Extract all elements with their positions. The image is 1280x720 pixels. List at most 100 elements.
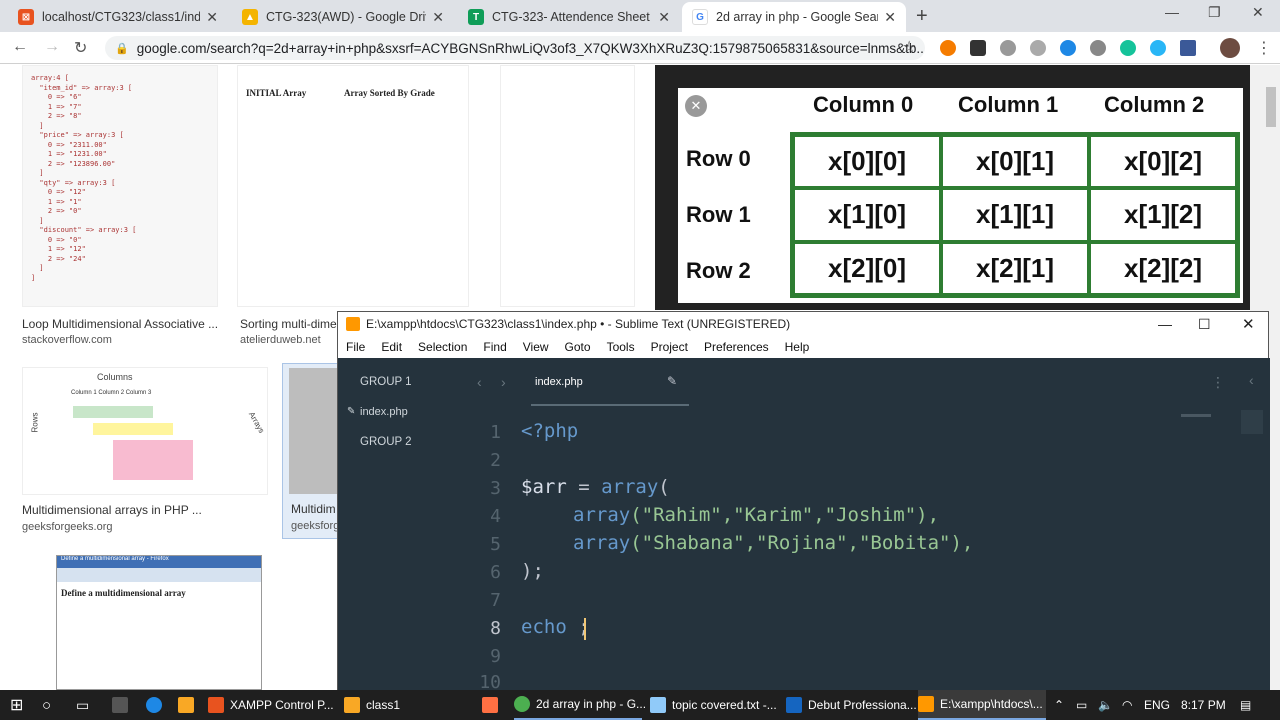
app-icon[interactable] [112,690,134,720]
task-view-icon[interactable]: ▭ [76,690,89,720]
wifi-icon[interactable]: ◠ [1122,690,1132,720]
menu-selection[interactable]: Selection [418,340,475,354]
menu-edit[interactable]: Edit [381,340,410,354]
close-window-icon[interactable]: ✕ [1242,315,1255,333]
line-number: 8 [490,618,501,639]
close-tab-icon[interactable]: ✕ [884,9,896,26]
edge-icon[interactable] [146,690,168,720]
result-thumbnail[interactable]: INITIAL Array Array Sorted By Grade [237,65,469,307]
close-window-icon[interactable]: ✕ [1252,4,1264,21]
grid-cell: x[1][2] [1089,188,1237,242]
explorer-icon[interactable] [178,690,200,720]
line-number: 1 [490,422,501,443]
tab-index-php[interactable]: index.php ✎ [531,366,689,406]
camera-extension-icon[interactable] [1000,40,1016,56]
result-title[interactable]: Loop Multidimensional Associative ... [22,317,218,331]
tab-prev-icon[interactable]: ‹ [477,374,482,390]
result-site[interactable]: atelierduweb.net [240,334,321,346]
result-thumbnail[interactable]: array:4 [ "item_id" => array:3 [ 0 => "6… [22,65,218,307]
bookmark-star-icon[interactable]: ☆ [902,37,916,57]
avatar[interactable] [1220,38,1240,58]
minimize-icon[interactable]: — [1158,316,1172,332]
extension-icon[interactable] [970,40,986,56]
editor-scrollbar[interactable] [1241,410,1263,434]
code-line: array("Rahim","Karim","Joshim"), [573,504,940,526]
search-icon[interactable]: ○ [42,690,51,720]
result-site[interactable]: stackoverflow.com [22,334,112,346]
grid-cell: x[2][0] [793,241,941,295]
extension-icon[interactable] [1030,40,1046,56]
sublime-taskbar-icon[interactable] [482,690,504,720]
result-site[interactable]: geeksforgeeks.org [22,521,113,533]
taskbar-class1[interactable]: class1 [344,690,472,720]
taskbar-xampp[interactable]: XAMPP Control P... [208,690,336,720]
tab-next-icon[interactable]: › [501,374,506,390]
tab-google-drive[interactable]: ▲ CTG-323(AWD) - Google Drive ✕ [232,2,454,32]
notification-icon[interactable]: ▤ [1240,690,1251,720]
code-editor[interactable]: 1 2 3 4 5 6 7 8 9 10 <?php $arr = array(… [461,410,1270,693]
facebook-icon[interactable] [1180,40,1196,56]
extension-icon[interactable] [1150,40,1166,56]
taskbar-notepad[interactable]: topic covered.txt -... [650,690,778,720]
clock[interactable]: 8:17 PM [1181,690,1226,720]
minimap[interactable] [1181,410,1241,424]
close-tab-icon[interactable]: ✕ [206,9,218,26]
taskbar-chrome[interactable]: 2d array in php - G... [514,690,646,720]
tab-google-search[interactable]: G 2d array in php - Google Search ✕ [682,2,906,32]
group-2-label[interactable]: GROUP 2 [360,436,412,448]
maximize-icon[interactable]: ☐ [1198,316,1211,333]
sidebar-file-index[interactable]: index.php [360,406,408,418]
new-tab-icon[interactable]: + [916,5,928,28]
result-site[interactable]: geeksforg [291,520,339,532]
menu-project[interactable]: Project [651,340,696,354]
edit-icon: ✎ [667,374,678,388]
volume-icon[interactable]: 🔈 [1098,690,1113,720]
close-tab-icon[interactable]: ✕ [432,9,444,26]
more-icon[interactable]: ⋮ [1211,374,1225,391]
tab-attendance-sheet[interactable]: T CTG-323- Attendence Sheet - Go ✕ [458,2,680,32]
close-preview-icon[interactable]: ✕ [685,95,707,117]
address-bar[interactable]: 🔒 google.com/search?q=2d+array+in+php&sx… [105,36,925,60]
menu-preferences[interactable]: Preferences [704,340,777,354]
selected-result-card[interactable]: Multidim geeksforg [282,363,342,539]
menu-bar: File Edit Selection Find View Goto Tools… [338,336,1268,358]
back-icon[interactable]: ← [12,38,28,56]
menu-tools[interactable]: Tools [607,340,643,354]
extension-icon[interactable] [1060,40,1076,56]
tab-localhost[interactable]: ⊠ localhost/CTG323/class1/index.p ✕ [8,2,228,32]
language-indicator[interactable]: ENG [1144,690,1170,720]
code-line: <?php [521,420,579,442]
reload-icon[interactable]: ↻ [74,38,87,58]
forward-icon[interactable]: → [44,38,60,56]
grid-cell: x[1][1] [941,188,1089,242]
close-tab-icon[interactable]: ✕ [658,9,670,26]
menu-help[interactable]: Help [785,340,818,354]
result-title[interactable]: Sorting multi-dimen [240,317,343,331]
column-header: Column 2 [1104,92,1205,117]
windows-start-icon[interactable]: ⊞ [10,690,23,720]
taskbar-sublime[interactable]: E:\xampp\htdocs\... [918,690,1046,720]
result-thumbnail[interactable] [500,65,635,307]
result-title[interactable]: Multidim [291,502,336,516]
row-header: Row 1 [686,202,751,227]
preview-image[interactable]: ✕ Column 0 Column 1 Column 2 Row 0 Row 1… [678,88,1243,303]
grammarly-icon[interactable] [1120,40,1136,56]
image-preview-panel: ✕ Column 0 Column 1 Column 2 Row 0 Row 1… [655,65,1250,310]
extension-icon[interactable] [940,40,956,56]
menu-goto[interactable]: Goto [565,340,599,354]
minimize-icon[interactable]: — [1165,4,1179,20]
menu-view[interactable]: View [523,340,557,354]
mail-extension-icon[interactable] [1090,40,1106,56]
network-icon[interactable]: ▭ [1076,690,1087,720]
tray-chevron-icon[interactable]: ⌃ [1054,690,1064,720]
menu-file[interactable]: File [346,340,373,354]
result-thumbnail[interactable]: Define a multidimensional array - Firefo… [56,555,262,690]
group-1-label[interactable]: GROUP 1 [360,376,412,388]
taskbar-word[interactable]: Debut Professiona... [786,690,917,720]
result-title[interactable]: Multidimensional arrays in PHP ... [22,503,202,517]
menu-dots-icon[interactable]: ⋮ [1256,38,1272,58]
result-thumbnail[interactable]: Columns Column 1 Column 2 Column 3 Rows … [22,367,268,495]
collapse-icon[interactable]: ‹ [1249,372,1254,388]
maximize-icon[interactable]: ❐ [1208,4,1221,21]
menu-find[interactable]: Find [483,340,514,354]
